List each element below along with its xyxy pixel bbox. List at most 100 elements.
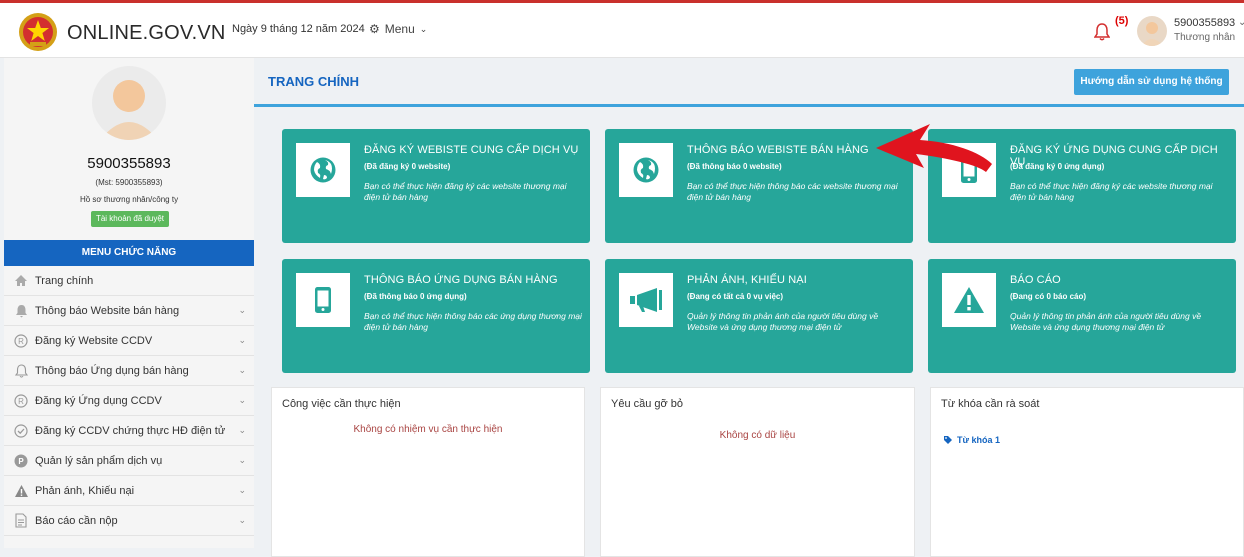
warning-icon [13,483,29,499]
sidebar-item-label: Báo cáo cần nộp [35,514,118,527]
sidebar-item-label: Quản lý sản phẩm dịch vụ [35,454,163,467]
card-reports[interactable]: BÁO CÁO (Đang có 0 báo cáo) Quản lý thôn… [928,259,1236,373]
card-title: THÔNG BÁO WEBISTE BÁN HÀNG [687,144,869,156]
panel-title: Yêu cầu gỡ bỏ [611,398,684,410]
card-notify-website[interactable]: THÔNG BÁO WEBISTE BÁN HÀNG (Đã thông báo… [605,129,913,243]
sidebar-item-label: Trang chính [35,274,94,287]
card-description: Quản lý thông tin phản ánh của người tiê… [687,311,879,333]
card-status: (Đã thông báo 0 website) [687,162,782,171]
sidebar-item-website-register[interactable]: R Đăng ký Website CCDV ⌄ [4,326,254,356]
gear-icon: ⚙ [369,22,380,36]
keywords-panel: Từ khóa cần rà soát Từ khóa 1 [930,387,1244,557]
card-description: Quản lý thông tin phản ánh của người tiê… [1010,311,1202,333]
notification-bell-icon[interactable] [1094,23,1110,41]
chevron-down-icon: ⌄ [238,335,246,345]
sidebar-item-home[interactable]: Trang chính [4,266,254,296]
sidebar-item-app-notice[interactable]: Thông báo Ứng dụng bán hàng ⌄ [4,356,254,386]
svg-text:R: R [18,397,24,406]
profile-avatar [92,66,166,140]
card-status: (Đang có tất cả 0 vụ việc) [687,292,784,301]
tasks-panel: Công việc cần thực hiện Không có nhiệm v… [271,387,585,557]
user-role: Thương nhân [1174,32,1236,43]
sidebar-item-label: Thông báo Ứng dụng bán hàng [35,364,189,377]
card-status: (Đã đăng ký 0 ứng dụng) [1010,162,1105,171]
panel-title: Công việc cần thực hiện [282,398,401,410]
chevron-down-icon: ⌄ [238,515,246,525]
empty-message: Không có dữ liệu [719,430,796,441]
tag-icon [944,436,952,444]
account-status-badge: Tài khoản đã duyệt [91,211,169,227]
check-circle-icon [13,423,29,439]
sidebar-item-label: Đăng ký Website CCDV [35,334,153,347]
site-name[interactable]: ONLINE.GOV.VN [67,22,226,45]
title-divider [254,104,1244,107]
profile-link[interactable]: Hồ sơ thương nhân/công ty [4,195,254,204]
sidebar: 5900355893 (Mst: 5900355893) Hồ sơ thươn… [4,58,254,548]
card-title: ĐĂNG KÝ WEBISTE CUNG CẤP DỊCH VỤ [364,144,579,156]
chevron-down-icon: ⌄ [238,365,246,375]
card-status: (Đang có 0 báo cáo) [1010,292,1087,301]
red-arrow-annotation [876,124,992,172]
p-circle-icon: P [13,453,29,469]
user-menu-chevron-icon[interactable]: ⌄ [1238,17,1244,28]
user-guide-button[interactable]: Hướng dẫn sử dụng hệ thống [1074,69,1229,95]
card-status: (Đã đăng ký 0 website) [364,162,451,171]
card-status: (Đã thông báo 0 ứng dụng) [364,292,467,301]
profile-tax-id: (Mst: 5900355893) [95,178,163,187]
sidebar-item-product-management[interactable]: P Quản lý sản phẩm dịch vụ ⌄ [4,446,254,476]
card-title: THÔNG BÁO ỨNG DỤNG BÁN HÀNG [364,274,558,286]
chevron-down-icon: ⌄ [238,425,246,435]
bell-outline-icon [13,363,29,379]
user-avatar[interactable] [1137,16,1167,46]
chevron-down-icon: ⌄ [238,305,246,315]
sidebar-item-label: Phản ánh, Khiếu nại [35,484,135,497]
megaphone-icon [619,273,673,327]
sidebar-item-complaints[interactable]: Phản ánh, Khiếu nại ⌄ [4,476,254,506]
notification-count[interactable]: (5) [1115,15,1128,27]
sidebar-item-e-contract-register[interactable]: Đăng ký CCDV chứng thực HĐ điện tử ⌄ [4,416,254,446]
mobile-icon [296,273,350,327]
warning-icon [942,273,996,327]
home-icon [13,273,29,289]
globe-icon [619,143,673,197]
national-emblem-logo[interactable] [18,12,58,52]
globe-icon [296,143,350,197]
card-notify-app[interactable]: THÔNG BÁO ỨNG DỤNG BÁN HÀNG (Đã thông bá… [282,259,590,373]
sidebar-item-app-register[interactable]: R Đăng ký Ứng dụng CCDV ⌄ [4,386,254,416]
keyword-link[interactable]: Từ khóa 1 [943,435,1000,445]
sidebar-item-label: Đăng ký CCDV chứng thực HĐ điện tử [35,424,226,437]
card-description: Bạn có thể thực hiện đăng ký các website… [364,181,567,203]
registered-icon: R [13,333,29,349]
user-name[interactable]: 5900355893 [1174,17,1235,29]
sidebar-item-website-notice[interactable]: Thông báo Website bán hàng ⌄ [4,296,254,326]
card-title: BÁO CÁO [1010,274,1061,286]
card-title: PHẢN ÁNH, KHIẾU NẠI [687,274,807,286]
profile-name: 5900355893 [87,155,171,172]
top-bar: ONLINE.GOV.VN Ngày 9 tháng 12 năm 2024 ⚙… [0,0,1244,58]
sidebar-item-reports[interactable]: Báo cáo cần nộp ⌄ [4,506,254,536]
card-complaints[interactable]: PHẢN ÁNH, KHIẾU NẠI (Đang có tất cả 0 vụ… [605,259,913,373]
registered-icon: R [13,393,29,409]
removal-requests-panel: Yêu cầu gỡ bỏ Không có dữ liệu [600,387,915,557]
svg-text:R: R [18,337,24,346]
main-content: TRANG CHÍNH Hướng dẫn sử dụng hệ thống Đ… [254,58,1244,557]
card-register-website[interactable]: ĐĂNG KÝ WEBISTE CUNG CẤP DỊCH VỤ (Đã đăn… [282,129,590,243]
top-menu-button[interactable]: ⚙ Menu ⌄ [369,22,427,36]
chevron-down-icon: ⌄ [419,23,428,34]
page-title: TRANG CHÍNH [268,74,359,89]
document-icon [13,513,29,529]
empty-message: Không có nhiệm vụ cần thực hiện [353,424,503,435]
function-menu-header: MENU CHỨC NĂNG [4,240,254,266]
bell-icon [13,303,29,319]
card-description: Bạn có thể thực hiện thông báo các ứng d… [364,311,582,333]
current-date: Ngày 9 tháng 12 năm 2024 [232,23,365,35]
sidebar-item-label: Thông báo Website bán hàng [35,304,180,317]
chevron-down-icon: ⌄ [238,455,246,465]
chevron-down-icon: ⌄ [238,395,246,405]
keyword-label: Từ khóa 1 [957,435,1001,445]
panel-title: Từ khóa cần rà soát [941,398,1040,410]
chevron-down-icon: ⌄ [238,485,246,495]
sidebar-item-label: Đăng ký Ứng dụng CCDV [35,394,162,407]
card-description: Bạn có thể thực hiện đăng ký các website… [1010,181,1213,203]
menu-label: Menu [384,22,415,36]
